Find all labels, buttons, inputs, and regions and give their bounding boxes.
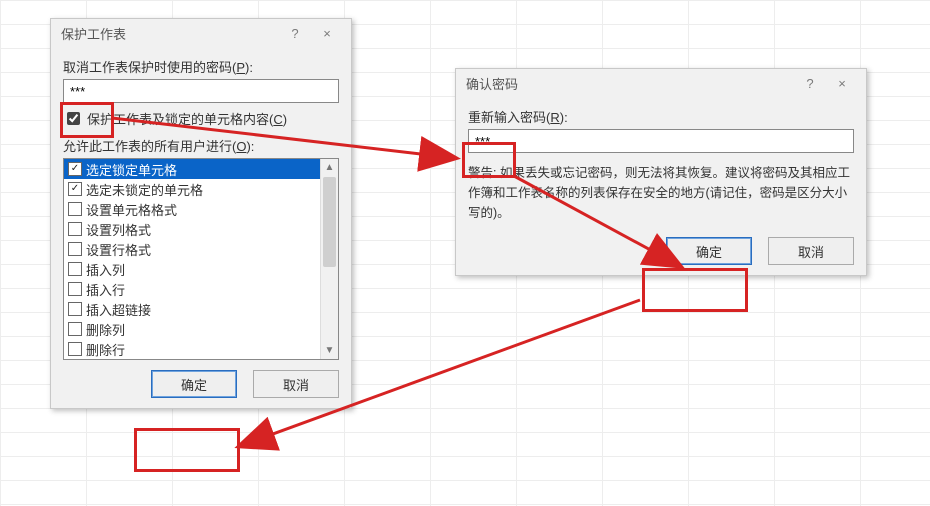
list-item-label: 删除行 [86, 340, 125, 359]
ok-button[interactable]: 确定 [666, 237, 752, 265]
ok-button[interactable]: 确定 [151, 370, 237, 398]
close-button[interactable]: × [822, 76, 862, 91]
password-label: 取消工作表保护时使用的密码(P): [63, 57, 339, 76]
list-item-label: 插入列 [86, 260, 125, 279]
highlight-box [134, 428, 240, 472]
scroll-thumb[interactable] [323, 177, 336, 267]
list-item[interactable]: 设置行格式 [64, 239, 338, 259]
cancel-button[interactable]: 取消 [768, 237, 854, 265]
list-item[interactable]: ✓ 选定锁定单元格 [64, 159, 338, 179]
help-button[interactable]: ? [283, 26, 307, 41]
list-item-label: 插入行 [86, 280, 125, 299]
help-button[interactable]: ? [798, 76, 822, 91]
list-item[interactable]: 设置列格式 [64, 219, 338, 239]
list-item[interactable]: 删除列 [64, 319, 338, 339]
checkbox-icon[interactable] [68, 202, 82, 216]
dialog-title: 保护工作表 [61, 24, 283, 43]
checkbox-icon[interactable] [68, 262, 82, 276]
titlebar: 确认密码 ? × [456, 69, 866, 97]
protect-contents-label: 保护工作表及锁定的单元格内容(C) [87, 109, 287, 128]
dialog-title: 确认密码 [466, 74, 798, 93]
scroll-down-icon[interactable]: ▼ [321, 342, 338, 359]
checkbox-icon[interactable] [68, 342, 82, 356]
close-button[interactable]: × [307, 26, 347, 41]
checkbox-icon[interactable] [68, 222, 82, 236]
warning-text: 警告: 如果丢失或忘记密码，则无法将其恢复。建议将密码及其相应工作簿和工作表名称… [468, 163, 854, 223]
confirm-password-dialog: 确认密码 ? × 重新输入密码(R): 警告: 如果丢失或忘记密码，则无法将其恢… [455, 68, 867, 276]
list-item-label: 选定锁定单元格 [86, 160, 177, 179]
checkbox-icon[interactable]: ✓ [68, 182, 82, 196]
list-item-label: 设置列格式 [86, 220, 151, 239]
list-item-label: 选定未锁定的单元格 [86, 180, 203, 199]
password-input[interactable] [63, 79, 339, 103]
permissions-listbox[interactable]: ✓选定锁定单元格✓选定未锁定的单元格设置单元格格式设置列格式设置行格式插入列插入… [63, 158, 339, 360]
protect-contents-checkbox[interactable] [67, 112, 80, 125]
reenter-password-label: 重新输入密码(R): [468, 107, 854, 126]
cancel-button[interactable]: 取消 [253, 370, 339, 398]
allow-users-label: 允许此工作表的所有用户进行(O): [63, 136, 339, 155]
list-item-label: 插入超链接 [86, 300, 151, 319]
checkbox-icon[interactable] [68, 242, 82, 256]
checkbox-icon[interactable] [68, 302, 82, 316]
scroll-up-icon[interactable]: ▲ [321, 159, 338, 176]
list-item[interactable]: 插入超链接 [64, 299, 338, 319]
checkbox-icon[interactable] [68, 322, 82, 336]
list-item-label: 设置行格式 [86, 240, 151, 259]
list-item-label: 设置单元格格式 [86, 200, 177, 219]
list-item[interactable]: ✓ 选定未锁定的单元格 [64, 179, 338, 199]
list-item[interactable]: 删除行 [64, 339, 338, 359]
list-item[interactable]: 插入行 [64, 279, 338, 299]
scrollbar[interactable]: ▲ ▼ [320, 159, 338, 359]
reenter-password-input[interactable] [468, 129, 854, 153]
checkbox-icon[interactable] [68, 282, 82, 296]
list-item-label: 删除列 [86, 320, 125, 339]
list-item[interactable]: 设置单元格格式 [64, 199, 338, 219]
list-item[interactable]: 插入列 [64, 259, 338, 279]
titlebar: 保护工作表 ? × [51, 19, 351, 47]
checkbox-icon[interactable]: ✓ [68, 162, 82, 176]
protect-sheet-dialog: 保护工作表 ? × 取消工作表保护时使用的密码(P): 保护工作表及锁定的单元格… [50, 18, 352, 409]
